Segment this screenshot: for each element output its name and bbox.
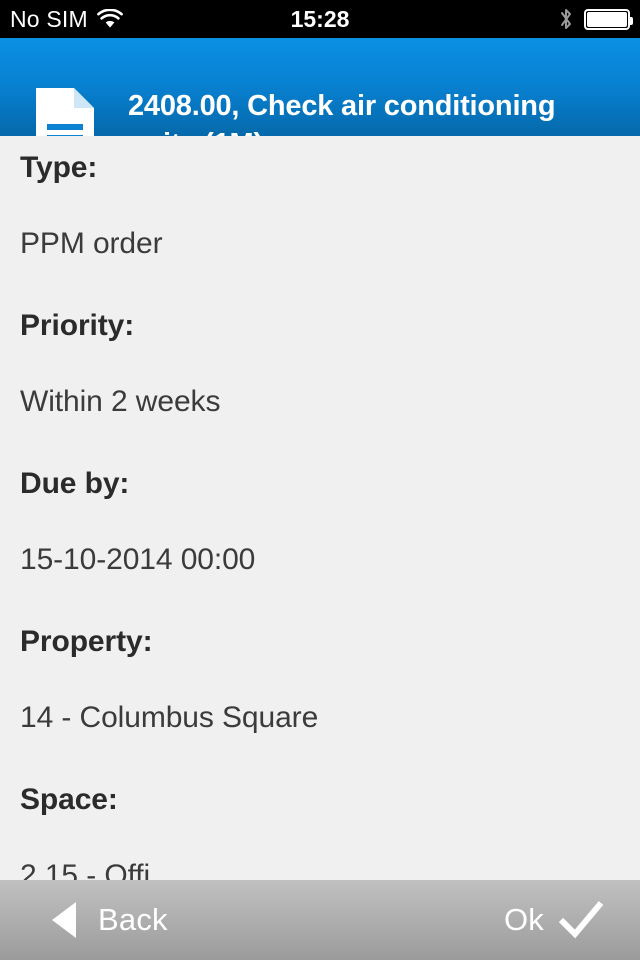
battery-icon: [584, 8, 633, 30]
field-label: Space:: [20, 783, 118, 816]
bluetooth-icon: [558, 7, 574, 31]
field-label: Property:: [20, 625, 153, 658]
battery-fill: [587, 11, 627, 27]
field-priority: Priority: Within 2 weeks: [20, 308, 620, 420]
back-arrow-icon: [52, 902, 76, 938]
field-value: 15-10-2014 00:00: [20, 543, 256, 576]
ok-button[interactable]: Ok: [504, 880, 604, 960]
detail-list: Type: PPM order Priority: Within 2 weeks…: [0, 136, 640, 880]
back-button[interactable]: Back: [52, 880, 168, 960]
field-label: Type:: [20, 151, 98, 184]
clock-label: 15:28: [290, 6, 350, 32]
app-screen: No SIM 15:28 2408.00, Check air conditio…: [0, 0, 640, 960]
field-label: Priority:: [20, 309, 135, 342]
field-value: 2.15 - Offi: [20, 859, 151, 880]
field-space: Space: 2.15 - Offi: [20, 782, 620, 880]
field-due-by: Due by: 15-10-2014 00:00: [20, 466, 620, 578]
back-button-label: Back: [98, 902, 168, 937]
document-icon: [36, 88, 94, 136]
status-bar-right: [558, 0, 633, 38]
field-value: PPM order: [20, 227, 163, 260]
status-bar: No SIM 15:28: [0, 0, 640, 38]
page-title: 2408.00, Check air conditioning units (1…: [128, 90, 556, 136]
checkmark-icon: [558, 900, 604, 940]
page-header: 2408.00, Check air conditioning units (1…: [0, 38, 640, 136]
field-value: 14 - Columbus Square: [20, 701, 319, 734]
ok-button-label: Ok: [503, 902, 544, 937]
bottom-toolbar: Back Ok: [0, 880, 640, 960]
field-property: Property: 14 - Columbus Square: [20, 624, 620, 736]
field-value: Within 2 weeks: [20, 385, 221, 418]
field-type: Type: PPM order: [20, 150, 620, 262]
field-label: Due by:: [20, 467, 130, 500]
